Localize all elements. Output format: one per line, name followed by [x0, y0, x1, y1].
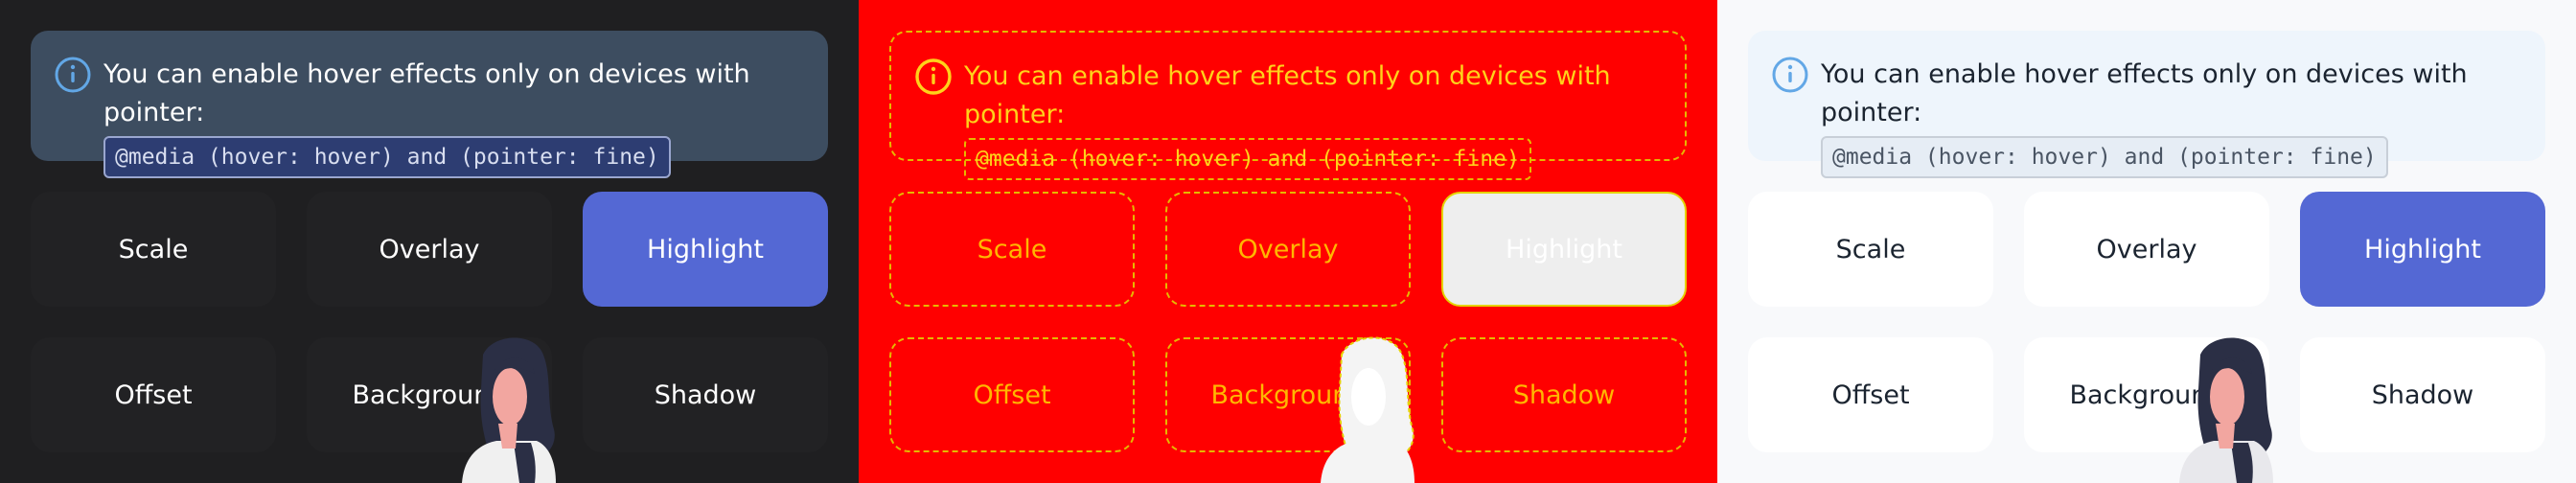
theme-comparison: You can enable hover effects only on dev…: [0, 0, 2576, 483]
info-notice: You can enable hover effects only on dev…: [1748, 31, 2545, 178]
person-illustration-icon: [462, 337, 556, 483]
tile-label: Scale: [977, 234, 1047, 264]
effects-grid: Scale Overlay Highlight Offset Backgroun…: [31, 192, 828, 452]
outline-theme-panel: You can enable hover effects only on dev…: [859, 0, 1717, 483]
notice-message: You can enable hover effects only on dev…: [1821, 59, 2468, 127]
info-icon: [55, 57, 91, 93]
scale-tile[interactable]: Scale: [889, 192, 1135, 307]
media-query-code: @media (hover: hover) and (pointer: fine…: [964, 138, 1531, 180]
tile-label: Highlight: [647, 234, 764, 264]
tile-label: Overlay: [1237, 234, 1339, 264]
info-notice: You can enable hover effects only on dev…: [889, 31, 1687, 180]
shadow-tile[interactable]: Shadow: [2300, 337, 2545, 452]
shadow-tile[interactable]: Shadow: [1441, 337, 1687, 452]
offset-tile[interactable]: Offset: [889, 337, 1135, 452]
info-icon: [1772, 57, 1808, 93]
info-notice: You can enable hover effects only on dev…: [31, 31, 828, 178]
effects-grid: Scale Overlay Highlight Offset Backgroun…: [1748, 192, 2545, 452]
tile-label: Shadow: [654, 380, 757, 410]
tile-label: Scale: [118, 234, 189, 264]
effects-grid: Scale Overlay Highlight Offset Backgroun…: [889, 192, 1687, 452]
info-icon: [915, 58, 952, 95]
dark-theme-panel: You can enable hover effects only on dev…: [0, 0, 859, 483]
offset-tile[interactable]: Offset: [31, 337, 276, 452]
media-query-code: @media (hover: hover) and (pointer: fine…: [104, 136, 671, 178]
media-query-code: @media (hover: hover) and (pointer: fine…: [1821, 136, 2388, 178]
highlight-tile[interactable]: Highlight: [1441, 192, 1687, 307]
overlay-tile[interactable]: Overlay: [307, 192, 552, 307]
tile-label: Offset: [114, 380, 193, 410]
person-illustration-icon: [2179, 337, 2273, 483]
tile-label: Shadow: [2371, 380, 2474, 410]
highlight-tile[interactable]: Highlight: [583, 192, 828, 307]
tile-label: Overlay: [379, 234, 480, 264]
overlay-tile[interactable]: Overlay: [2024, 192, 2269, 307]
notice-message: You can enable hover effects only on dev…: [964, 61, 1611, 129]
tile-label: Highlight: [2364, 234, 2481, 264]
highlight-tile[interactable]: Highlight: [2300, 192, 2545, 307]
tile-label: Scale: [1835, 234, 1906, 264]
offset-tile[interactable]: Offset: [1748, 337, 1993, 452]
tile-label: Offset: [973, 380, 1051, 410]
light-theme-panel: You can enable hover effects only on dev…: [1717, 0, 2576, 483]
notice-message: You can enable hover effects only on dev…: [104, 59, 750, 127]
person-illustration-icon: [1321, 336, 1414, 483]
scale-tile[interactable]: Scale: [1748, 192, 1993, 307]
overlay-tile[interactable]: Overlay: [1165, 192, 1411, 307]
scale-tile[interactable]: Scale: [31, 192, 276, 307]
shadow-tile[interactable]: Shadow: [583, 337, 828, 452]
tile-label: Highlight: [1506, 234, 1622, 264]
tile-label: Shadow: [1512, 380, 1616, 410]
tile-label: Offset: [1831, 380, 1910, 410]
tile-label: Overlay: [2096, 234, 2197, 264]
